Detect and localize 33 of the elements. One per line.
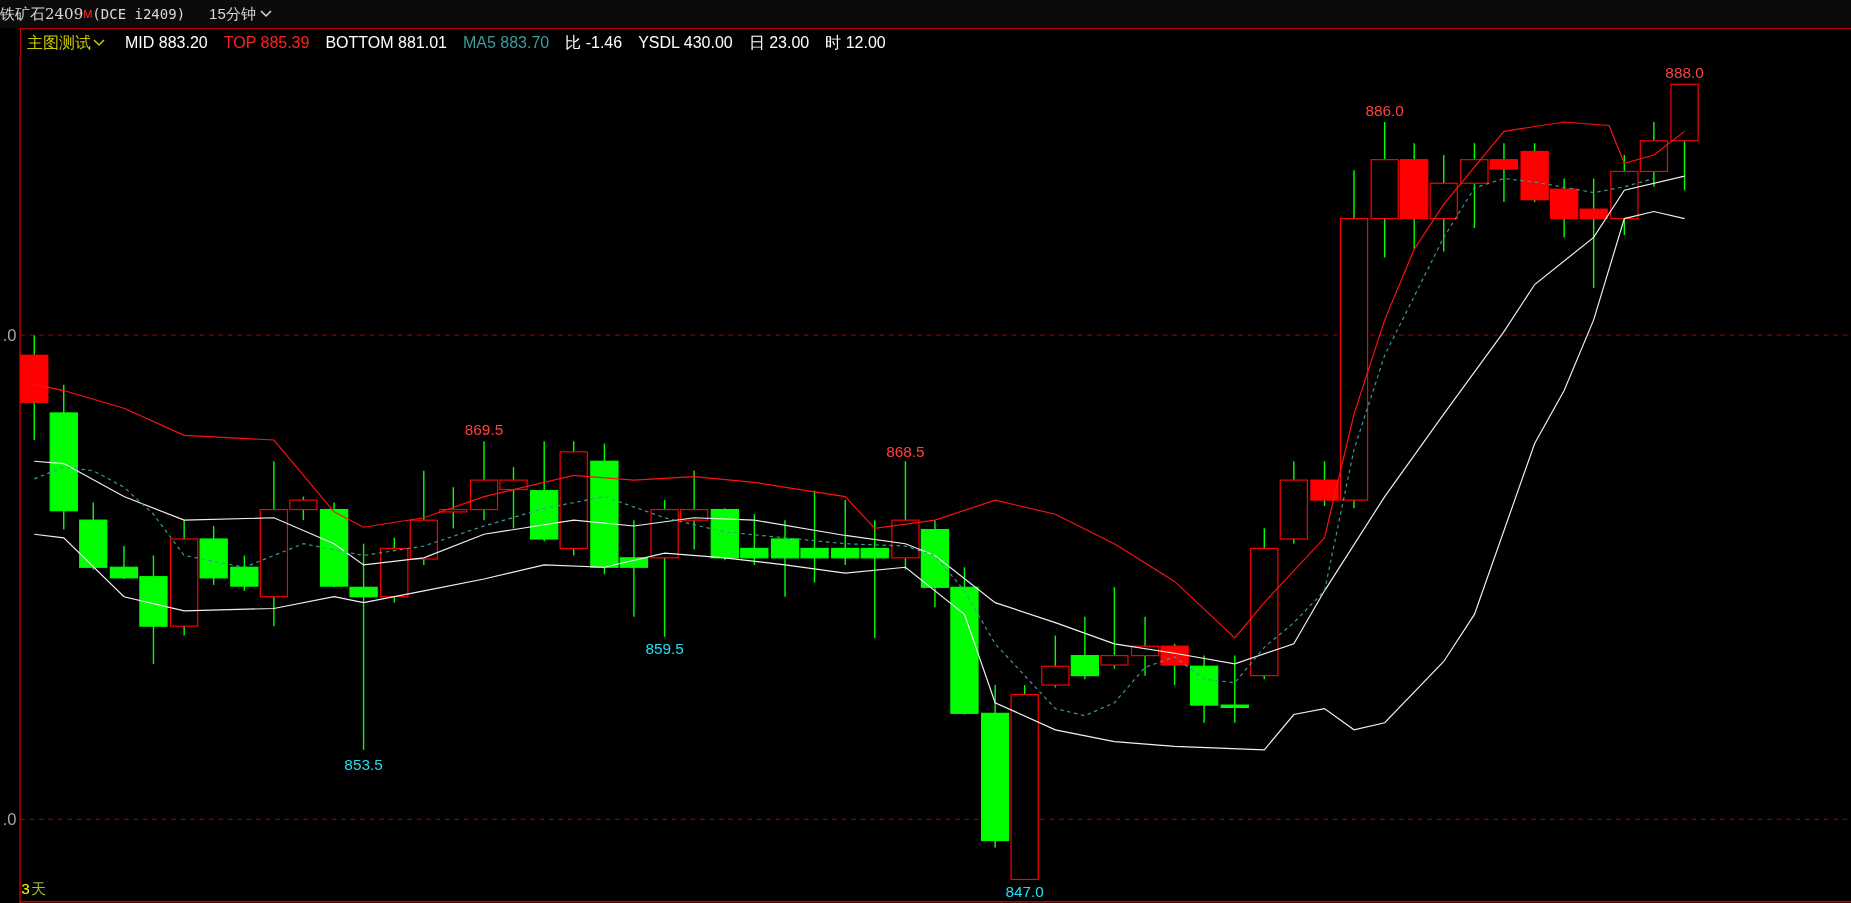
instrument-name: 铁矿石2409 (0, 3, 84, 25)
candlestick (1130, 616, 1160, 677)
axis-label: .0 (2, 326, 17, 345)
low-price-label: 853.5 (344, 755, 383, 773)
chevron-down-icon (93, 38, 105, 47)
indicator-value: MA5 883.70 (462, 32, 550, 53)
axis-label: .0 (2, 810, 17, 829)
high-price-label: 888.0 (1665, 64, 1704, 82)
candlestick (1520, 142, 1549, 203)
day-count: 3 (21, 879, 30, 897)
day-unit: 天 (30, 879, 46, 897)
high-price-label: 868.5 (886, 442, 925, 460)
indicator-value: TOP 885.39 (223, 32, 310, 53)
indicator-value: MID 883.20 (125, 32, 208, 53)
indicator-value: 时 12.00 (825, 32, 886, 53)
candlestick (1489, 142, 1519, 203)
high-price-label: 886.0 (1365, 102, 1404, 120)
candlestick (1070, 616, 1100, 680)
main-contract-marker-label: M (83, 6, 93, 22)
low-price-label: 847.0 (1005, 883, 1044, 901)
template-dropdown[interactable]: 主图测试 (27, 30, 105, 55)
low-price-label: 859.5 (645, 640, 684, 658)
indicator-value: 日 23.00 (748, 32, 810, 53)
candlestick (499, 466, 528, 530)
high-price-label: 869.5 (464, 421, 504, 439)
indicator-value: YSDL 430.00 (638, 32, 733, 53)
period-dropdown[interactable]: 15分钟 (209, 2, 272, 26)
indicator-value: 比 -1.46 (565, 32, 623, 53)
candlestick (1041, 634, 1070, 689)
candlestick (1639, 121, 1668, 188)
exchange-code: (DCE i2409) (92, 4, 186, 24)
chevron-down-icon (259, 10, 272, 18)
indicator-value: BOTTOM 881.01 (325, 32, 447, 53)
